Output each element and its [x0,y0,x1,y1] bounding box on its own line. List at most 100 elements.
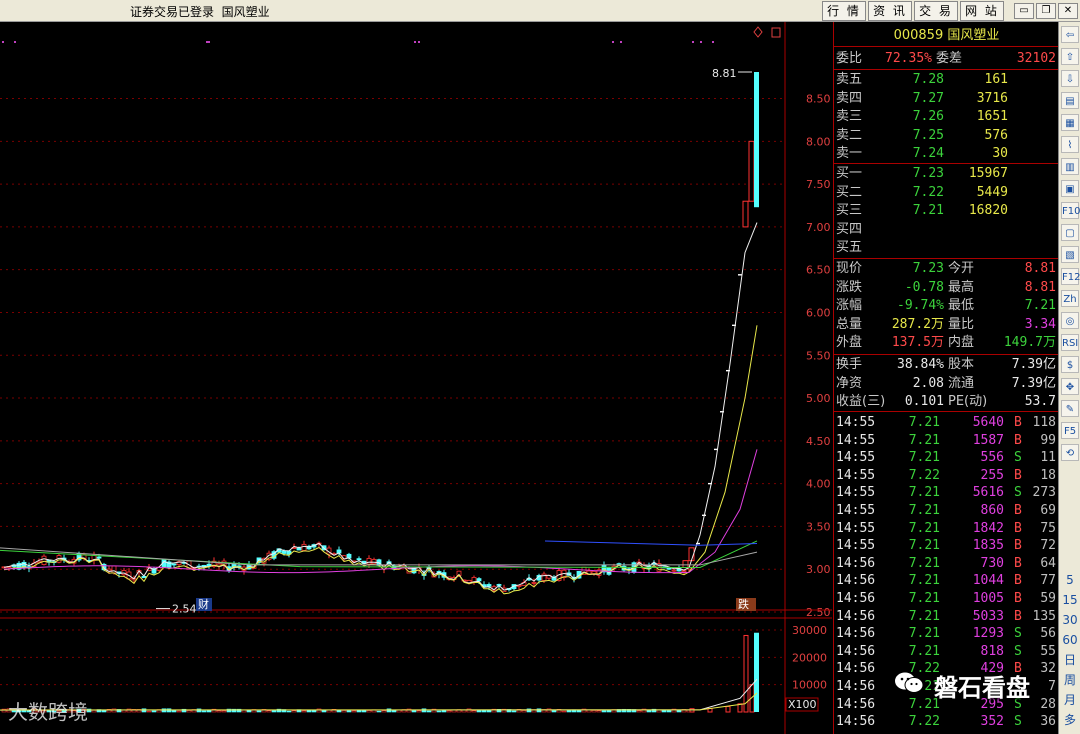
stats-row: 现价 7.23 今开 8.81 [834,260,1059,278]
volume-bar [201,710,207,713]
tick-volume: 1587 [972,432,1004,448]
volume-bar [146,710,152,713]
tick-time: 14:56 [836,608,876,624]
buy-row-5: 买五 [834,239,1059,257]
limit-badge-label: 跌 [738,597,749,611]
kline-chart[interactable]: 8.50 8.00 7.50 7.00 6.50 6.00 5.50 5.00 4.50 4.00… [0,22,832,734]
toolbar-icon-14[interactable]: RSI [1061,334,1079,351]
toolbar-icon-0[interactable]: ⇦ [1061,26,1079,43]
stat-value: 7.39亿 [1011,357,1056,372]
window-title: 证券交易已登录 国风塑业 [130,5,270,19]
restore-button[interactable]: ❐ [1036,3,1056,19]
tick-price: 7.22 [908,714,940,730]
tick-row[interactable]: 14:55 7.21 860 B 69 [834,502,1059,520]
toolbar-icon-13[interactable]: ◎ [1061,312,1079,329]
price-tick-label: 6.00 [806,306,831,319]
period-button-30[interactable]: 30 [1061,610,1079,630]
toolbar-icon-3[interactable]: ▤ [1061,92,1079,109]
tick-count: 32 [1040,661,1056,677]
toolbar-icon-1[interactable]: ⇧ [1061,48,1079,65]
toolbar-icon-8[interactable]: F10 [1061,202,1080,219]
tick-volume: 5640 [972,415,1004,430]
period-button-月[interactable]: 月 [1061,690,1079,710]
volume-bar [601,710,607,713]
toolbar-icon-18[interactable]: F5 [1061,422,1079,439]
toolbar-icon-5[interactable]: ⌇ [1061,136,1079,153]
ma5-line [3,222,758,591]
tick-row[interactable]: 14:56 7.21 1044 B 77 [834,572,1059,590]
tick-time: 14:55 [836,415,876,430]
tick-time: 14:56 [836,679,876,694]
price-tick-label: 5.00 [806,392,831,405]
buy-label: 买四 [836,221,863,237]
period-button-60[interactable]: 60 [1061,630,1079,650]
tick-time: 14:55 [836,538,876,554]
toolbar-icon-7[interactable]: ▣ [1061,180,1079,197]
period-button-5[interactable]: 5 [1061,570,1079,590]
tick-row[interactable]: 14:55 7.21 1842 B 75 [834,520,1059,538]
period-button-周[interactable]: 周 [1061,670,1079,690]
toolbar-icon-2[interactable]: ⇩ [1061,70,1079,87]
tick-row[interactable]: 14:55 7.21 1835 B 72 [834,537,1059,555]
stat-value: 7.21 [1024,298,1056,314]
toolbar-icon-16[interactable]: ✥ [1061,378,1079,395]
volume-tick-label: 20000 [792,651,827,664]
toolbar-icon-4[interactable]: ▦ [1061,114,1079,131]
tick-time: 14:56 [836,626,876,642]
close-button[interactable]: ✕ [1058,3,1078,19]
volume-bar [636,710,642,713]
stats-row: 涨跌 -0.78 最高 8.81 [834,279,1059,297]
stat-label: 外盘 [836,335,863,351]
tick-row[interactable]: 14:55 7.21 1587 B 99 [834,432,1059,450]
diamond-icon[interactable] [753,26,763,38]
tick-count: 72 [1040,538,1056,554]
toolbar-icon-19[interactable]: ⟲ [1061,444,1079,461]
sell-price: 7.28 [912,72,944,87]
weibi-label: 委比 [836,51,863,66]
tick-row[interactable]: 14:56 7.22 352 S 36 [834,713,1059,731]
toolbar-icon-17[interactable]: ✎ [1061,400,1079,417]
toolbar-icon-11[interactable]: F12 [1061,268,1080,285]
tick-time: 14:55 [836,450,876,466]
tick-price: 7.21 [908,591,940,606]
candle-body [748,140,755,202]
menu-news-button[interactable]: 资 讯 [868,1,912,21]
buy-volume: 5449 [976,184,1008,200]
toolbar-icon-9[interactable]: ▢ [1061,224,1079,241]
volume-bar [591,710,597,713]
tick-row[interactable]: 14:56 7.21 1293 S 56 [834,625,1059,643]
square-icon[interactable] [771,27,781,38]
period-button-日[interactable]: 日 [1061,650,1079,670]
tick-side: B [1014,573,1022,589]
tick-count: 11 [1040,450,1056,466]
tick-time: 14:55 [836,467,876,483]
tick-row[interactable]: 14:56 7.21 730 B 64 [834,555,1059,573]
volume-bar [336,710,342,713]
tick-row[interactable]: 14:55 7.21 556 S 11 [834,449,1059,467]
tick-row[interactable]: 14:56 7.21 1005 B 59 [834,590,1059,608]
menu-quote-button[interactable]: 行 情 [822,1,866,21]
tick-row[interactable]: 14:56 7.21 5033 B 135 [834,608,1059,626]
minimize-button[interactable]: ▭ [1014,3,1034,19]
toolbar-icon-10[interactable]: ▧ [1061,246,1079,263]
period-button-15[interactable]: 15 [1061,590,1079,610]
quote-panel: 000859 国风塑业 委比 72.35% 委差 32102 卖五 7.28 161… [833,22,1059,734]
menu-website-button[interactable]: 网 站 [960,1,1004,21]
divider [834,69,1059,70]
tick-row[interactable]: 14:55 7.22 255 B 18 [834,467,1059,485]
volume-bar [351,710,357,713]
toolbar-icon-12[interactable]: Zh [1061,290,1079,307]
toolbar-icon-6[interactable]: ▥ [1061,158,1079,175]
tick-volume: 1005 [972,591,1004,606]
tick-row[interactable]: 14:56 7.21 818 S 55 [834,643,1059,661]
marker-dot [2,41,4,43]
tick-row[interactable]: 14:55 7.21 5616 S 273 [834,484,1059,502]
period-button-多[interactable]: 多 [1061,710,1079,730]
marker-dot [692,41,694,43]
toolbar-icon-15[interactable]: $ [1061,356,1079,373]
tick-time: 14:55 [836,503,876,518]
candle-body [666,567,672,570]
tick-row[interactable]: 14:55 7.21 5640 B 118 [834,414,1059,432]
menu-trade-button[interactable]: 交 易 [914,1,958,21]
candle-body [366,558,372,565]
